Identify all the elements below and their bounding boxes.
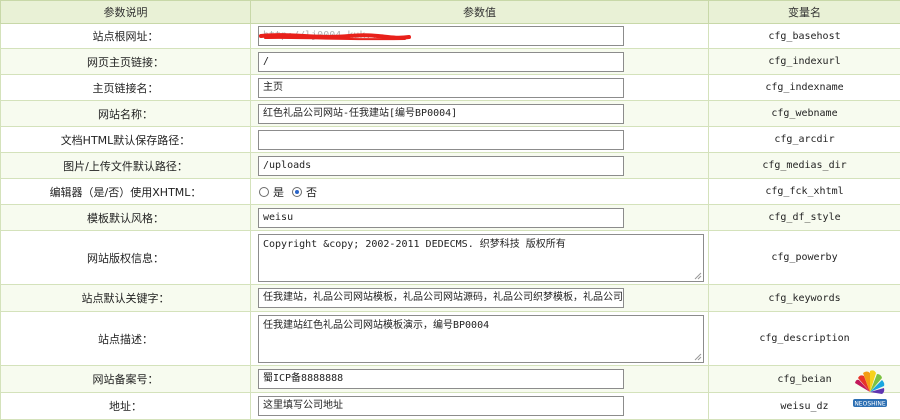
logo-wordmark: NEOSHINE bbox=[854, 401, 886, 408]
table-row: 网页主页链接： / cfg_indexurl bbox=[1, 49, 900, 75]
description-value: 任我建站红色礼品公司网站模板演示，编号BP0004 bbox=[263, 320, 489, 331]
powerby-textarea[interactable]: Copyright &copy; 2002-2011 DEDECMS. 织梦科技… bbox=[258, 234, 704, 282]
row-var: cfg_powerby bbox=[709, 231, 900, 285]
keywords-input[interactable]: 任我建站，礼品公司网站模板，礼品公司网站源码，礼品公司织梦模板，礼品公司de bbox=[258, 288, 624, 308]
table-row: 网站版权信息： Copyright &copy; 2002-2011 DEDEC… bbox=[1, 231, 900, 285]
medias-dir-input[interactable]: /uploads bbox=[258, 156, 624, 176]
xhtml-no-radio[interactable] bbox=[292, 187, 302, 197]
table-row: 网站名称： 红色礼品公司网站-任我建站[编号BP0004] cfg_webnam… bbox=[1, 101, 900, 127]
table-row: 主页链接名： 主页 cfg_indexname bbox=[1, 75, 900, 101]
row-label: 模板默认风格： bbox=[1, 205, 251, 231]
row-label: 站点默认关键字： bbox=[1, 285, 251, 312]
table-row: 站点默认关键字： 任我建站，礼品公司网站模板，礼品公司网站源码，礼品公司织梦模板… bbox=[1, 285, 900, 312]
neoshine-logo: NEOSHINE bbox=[850, 366, 890, 410]
row-label: 主页链接名： bbox=[1, 75, 251, 101]
row-label: 站点描述： bbox=[1, 312, 251, 366]
basehost-input[interactable]: http://lj0004.kuk... bbox=[258, 26, 624, 46]
resize-grip-icon[interactable] bbox=[694, 272, 702, 280]
xhtml-radio-group: 是 否 bbox=[259, 184, 707, 200]
resize-grip-icon[interactable] bbox=[694, 353, 702, 361]
indexname-input[interactable]: 主页 bbox=[258, 78, 624, 98]
column-header-value: 参数值 bbox=[251, 1, 709, 24]
arcdir-input[interactable] bbox=[258, 130, 624, 150]
indexurl-input[interactable]: / bbox=[258, 52, 624, 72]
redaction-scribble bbox=[259, 27, 419, 46]
row-var: cfg_indexname bbox=[709, 75, 900, 101]
row-var: cfg_medias_dir bbox=[709, 153, 900, 179]
row-var: cfg_keywords bbox=[709, 285, 900, 312]
xhtml-yes-label: 是 bbox=[273, 184, 284, 200]
table-row: 图片/上传文件默认路径： /uploads cfg_medias_dir bbox=[1, 153, 900, 179]
table-header-row: 参数说明 参数值 变量名 bbox=[1, 1, 900, 24]
row-label: 网页主页链接： bbox=[1, 49, 251, 75]
row-label: 网站版权信息： bbox=[1, 231, 251, 285]
xhtml-no-label: 否 bbox=[306, 184, 317, 200]
row-label: 图片/上传文件默认路径： bbox=[1, 153, 251, 179]
webname-input[interactable]: 红色礼品公司网站-任我建站[编号BP0004] bbox=[258, 104, 624, 124]
row-label: 编辑器（是/否）使用XHTML： bbox=[1, 179, 251, 205]
row-var: cfg_basehost bbox=[709, 24, 900, 49]
table-row: 模板默认风格： weisu cfg_df_style bbox=[1, 205, 900, 231]
table-row: 文档HTML默认保存路径： cfg_arcdir bbox=[1, 127, 900, 153]
column-header-desc: 参数说明 bbox=[1, 1, 251, 24]
beian-input[interactable]: 蜀ICP备8888888 bbox=[258, 369, 624, 389]
row-label: 站点根网址： bbox=[1, 24, 251, 49]
df-style-input[interactable]: weisu bbox=[258, 208, 624, 228]
row-var: cfg_webname bbox=[709, 101, 900, 127]
row-var: cfg_indexurl bbox=[709, 49, 900, 75]
table-row: 站点描述： 任我建站红色礼品公司网站模板演示，编号BP0004 cfg_desc… bbox=[1, 312, 900, 366]
powerby-value: Copyright &copy; 2002-2011 DEDECMS. 织梦科技… bbox=[263, 239, 566, 250]
table-row: 地址： 这里填写公司地址 weisu_dz bbox=[1, 393, 900, 420]
row-label: 网站备案号： bbox=[1, 366, 251, 393]
table-row: 站点根网址： http://lj0004.kuk... cfg_basehost bbox=[1, 24, 900, 49]
row-var: cfg_fck_xhtml bbox=[709, 179, 900, 205]
table-row: 编辑器（是/否）使用XHTML： 是 否 cfg_fck_xhtml bbox=[1, 179, 900, 205]
address-input[interactable]: 这里填写公司地址 bbox=[258, 396, 624, 416]
row-var: cfg_arcdir bbox=[709, 127, 900, 153]
settings-table: 参数说明 参数值 变量名 站点根网址： http://lj0004.kuk...… bbox=[0, 0, 900, 420]
row-var: cfg_df_style bbox=[709, 205, 900, 231]
row-label: 文档HTML默认保存路径： bbox=[1, 127, 251, 153]
table-row: 网站备案号： 蜀ICP备8888888 cfg_beian bbox=[1, 366, 900, 393]
description-textarea[interactable]: 任我建站红色礼品公司网站模板演示，编号BP0004 bbox=[258, 315, 704, 363]
xhtml-yes-radio[interactable] bbox=[259, 187, 269, 197]
row-var: cfg_description bbox=[709, 312, 900, 366]
column-header-var: 变量名 bbox=[709, 1, 900, 24]
row-label: 网站名称： bbox=[1, 101, 251, 127]
row-label: 地址： bbox=[1, 393, 251, 420]
